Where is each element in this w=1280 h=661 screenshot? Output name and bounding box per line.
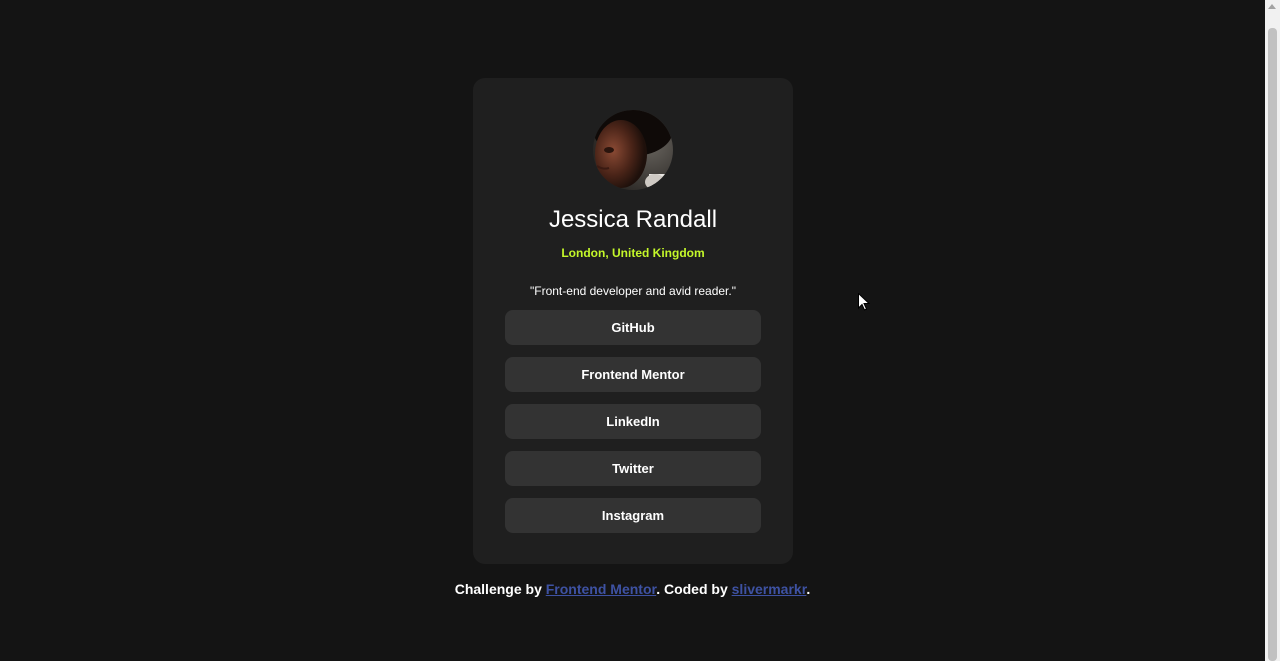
twitter-link-button[interactable]: Twitter — [505, 451, 761, 486]
instagram-link-button[interactable]: Instagram — [505, 498, 761, 533]
avatar-image — [593, 110, 673, 190]
attribution-footer: Challenge by Frontend Mentor. Coded by s… — [0, 580, 1265, 598]
profile-location: London, United Kingdom — [561, 246, 705, 260]
attribution-prefix: Challenge by — [454, 581, 546, 597]
vertical-scrollbar[interactable] — [1265, 0, 1280, 661]
page: Jessica Randall London, United Kingdom "… — [0, 0, 1280, 661]
scroll-thumb[interactable] — [1268, 28, 1277, 661]
social-links: GitHub Frontend Mentor LinkedIn Twitter … — [505, 310, 761, 545]
author-link[interactable]: slivermarkr — [732, 581, 807, 597]
arrow-cursor-icon — [858, 293, 870, 311]
profile-bio: "Front-end developer and avid reader." — [530, 284, 736, 298]
avatar — [593, 110, 673, 190]
profile-card: Jessica Randall London, United Kingdom "… — [473, 78, 793, 564]
scroll-up-arrow-icon[interactable] — [1268, 4, 1276, 9]
github-link-button[interactable]: GitHub — [505, 310, 761, 345]
attribution-suffix: . — [806, 581, 811, 597]
linkedin-link-button[interactable]: LinkedIn — [505, 404, 761, 439]
frontend-mentor-link-button[interactable]: Frontend Mentor — [505, 357, 761, 392]
challenge-link[interactable]: Frontend Mentor — [546, 581, 656, 597]
profile-name: Jessica Randall — [548, 206, 718, 233]
attribution-middle: . Coded by — [656, 581, 732, 597]
